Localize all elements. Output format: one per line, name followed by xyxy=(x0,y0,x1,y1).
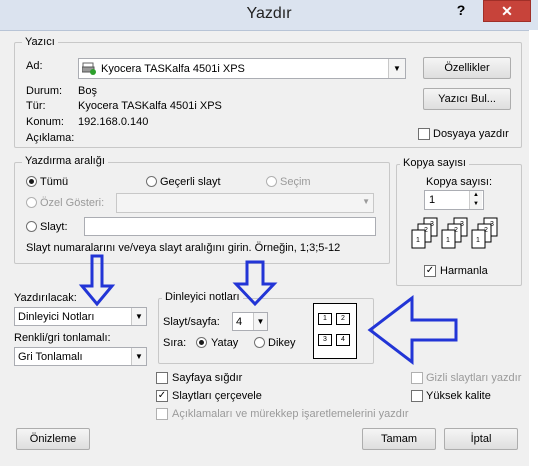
left-arrow-right xyxy=(367,294,458,366)
down-arrow-center xyxy=(232,260,278,307)
down-arrow-left xyxy=(78,254,116,307)
annotation-arrows xyxy=(78,254,458,366)
